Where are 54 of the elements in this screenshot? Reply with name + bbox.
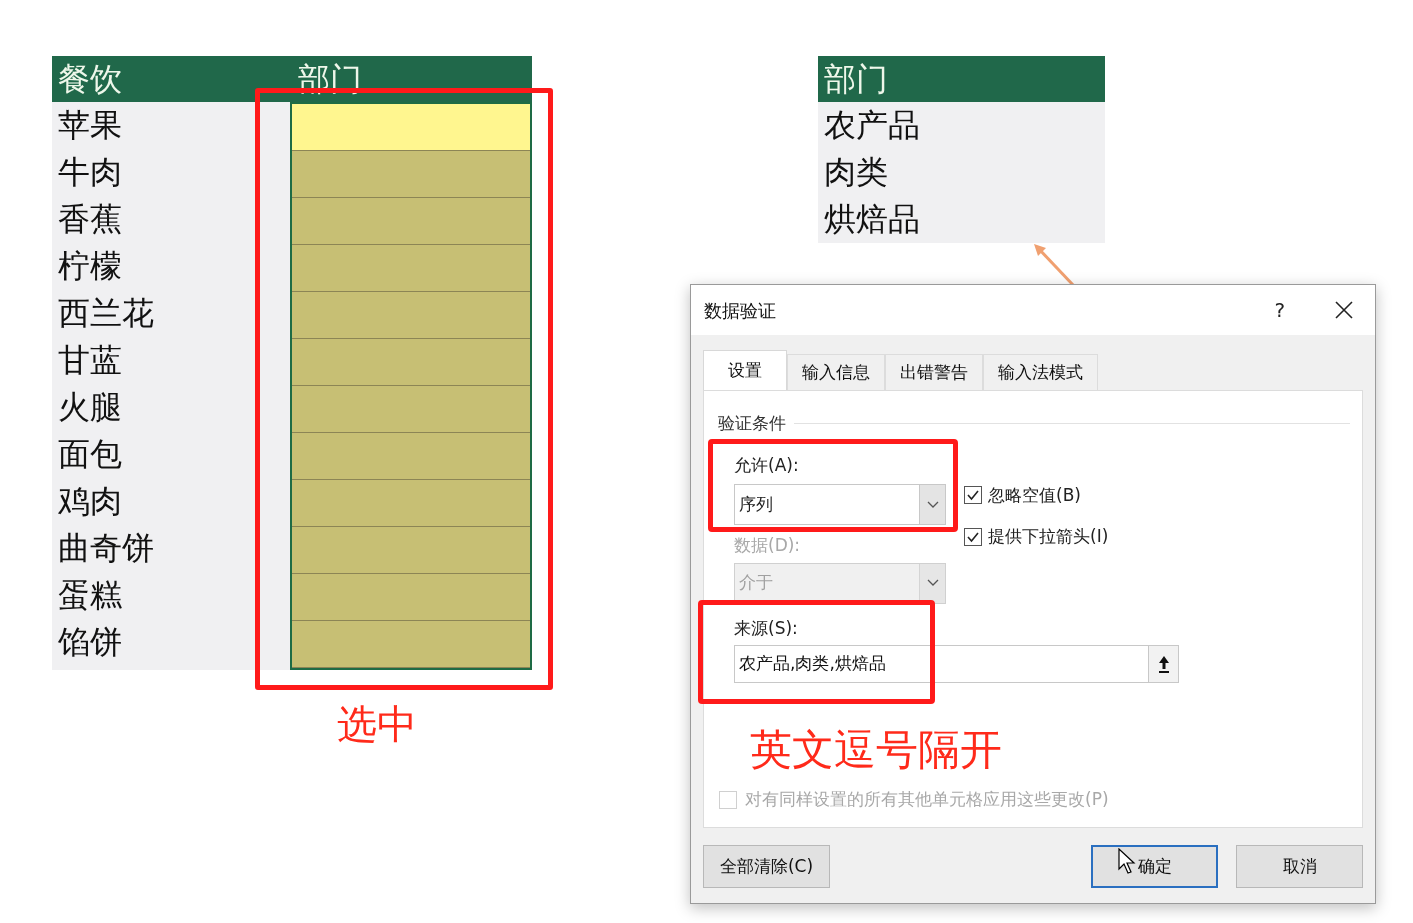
dialog-tab[interactable]: 输入信息 [787, 354, 885, 390]
table-cell-text: 苹果 [57, 105, 123, 146]
field-label: 来源(S): [733, 616, 799, 640]
selected-cell[interactable] [292, 480, 530, 527]
column-header: 部门 [818, 56, 1105, 102]
dialog-button[interactable]: 确定 [1091, 845, 1218, 888]
table-cell-text: 农产品 [823, 105, 921, 146]
mouse-cursor-icon [1118, 848, 1136, 874]
table-cell-text: 柠檬 [57, 246, 123, 287]
collapse-button[interactable] [1148, 646, 1178, 682]
dialog-tab[interactable]: 出错警告 [885, 354, 983, 390]
selected-cell[interactable] [292, 198, 530, 245]
table-cell-text: 蛋糕 [57, 575, 123, 616]
table-cell-text: 牛肉 [57, 152, 123, 193]
section-label: 验证条件 [718, 412, 786, 435]
checkbox[interactable] [964, 486, 982, 505]
table-cell-text: 西兰花 [57, 293, 155, 334]
table-cell-text: 馅饼 [57, 622, 123, 663]
selected-cell[interactable] [292, 104, 530, 151]
checkbox[interactable] [964, 527, 982, 546]
selected-cell[interactable] [292, 527, 530, 574]
table-cell-text: 曲奇饼 [57, 528, 155, 569]
checkbox-label: 忽略空值(B) [988, 483, 1081, 507]
selected-cell[interactable] [292, 339, 530, 386]
allow-dropdown[interactable]: 序列 [734, 484, 946, 525]
checkbox-label: 提供下拉箭头(I) [988, 525, 1109, 548]
selected-cell[interactable] [292, 621, 530, 668]
selected-cell[interactable] [292, 151, 530, 198]
table-cell-text: 肉类 [823, 152, 889, 193]
checkbox-label: 对有同样设置的所有其他单元格应用这些更改(P) [745, 788, 1109, 811]
field-label: 允许(A): [734, 453, 800, 477]
table-cell-text: 甘蓝 [57, 340, 123, 381]
field-label: 数据(D): [734, 534, 802, 557]
table-cell-text: 香蕉 [57, 199, 123, 240]
selected-cell[interactable] [292, 386, 530, 433]
selected-cell[interactable] [292, 574, 530, 621]
upload-arrow-icon [1157, 654, 1170, 674]
dialog-button[interactable]: 全部清除(C) [703, 845, 830, 888]
selected-cell[interactable] [292, 245, 530, 292]
table-cell-text: 火腿 [57, 387, 123, 428]
table-cell-text: 面包 [57, 434, 123, 475]
dialog-tab[interactable]: 输入法模式 [983, 354, 1098, 390]
selected-cell[interactable] [292, 292, 530, 339]
table-cell-text: 鸡肉 [57, 481, 123, 522]
column-header: 餐饮 [57, 59, 123, 100]
close-icon[interactable] [1335, 301, 1353, 319]
dialog-button[interactable]: 取消 [1236, 845, 1363, 888]
annotation-text: 选中 [337, 700, 418, 748]
help-button[interactable]: ? [1274, 295, 1285, 325]
window-title: 数据验证 [704, 298, 776, 323]
table-cell-text: 烘焙品 [823, 199, 921, 240]
annotation-text: 英文逗号隔开 [750, 725, 1003, 775]
selected-cell[interactable] [292, 433, 530, 480]
dialog-tab[interactable]: 设置 [703, 350, 787, 390]
